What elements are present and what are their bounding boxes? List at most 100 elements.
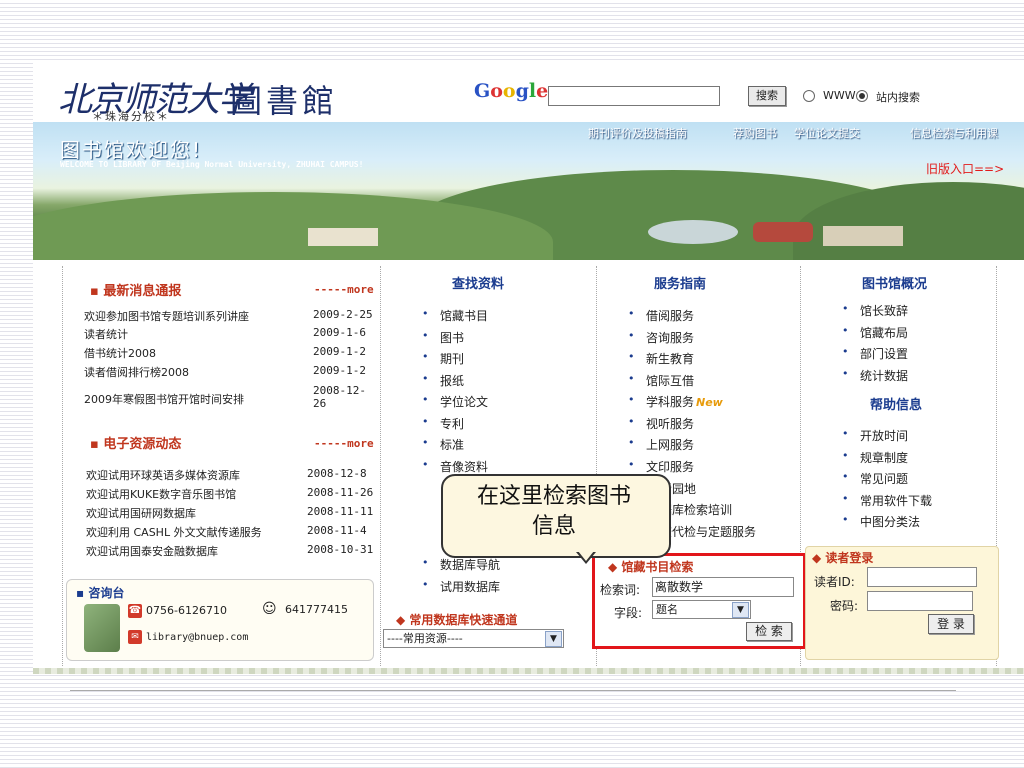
nav-thesis-submit[interactable]: 学位论文提交: [794, 125, 860, 141]
keyword-label: 检索词:: [600, 583, 641, 597]
radio-www[interactable]: [803, 90, 815, 102]
service-item-ill[interactable]: 馆际互借: [628, 372, 723, 394]
find-title: 查找资料: [452, 277, 505, 292]
banner-title: 图书馆欢迎您!: [60, 138, 203, 162]
consult-qq[interactable]: 641777415: [285, 603, 348, 616]
overview-list: 馆长致辞 馆藏布局 部门设置 统计数据: [842, 302, 908, 388]
news-item[interactable]: 读者借阅排行榜2008: [84, 364, 189, 380]
news-title: ▪ 最新消息通报: [90, 284, 182, 299]
nav-book-recommend[interactable]: 荐购图书: [733, 125, 777, 141]
news-item[interactable]: 欢迎参加图书馆专题培训系列讲座: [84, 308, 249, 324]
eresource-date: 2008-10-31: [307, 543, 374, 556]
chevron-down-icon[interactable]: ▼: [545, 631, 562, 647]
service-item-subject[interactable]: 学科服务New: [628, 393, 723, 415]
find-item-theses[interactable]: 学位论文: [422, 393, 488, 415]
help-title: 帮助信息: [870, 398, 923, 413]
password-label: 密码:: [830, 599, 859, 613]
banner-subtitle: WELCOME TO LIBRARY OF Beijing Normal Uni…: [60, 160, 364, 169]
service-item-orientation[interactable]: 新生教育: [628, 350, 723, 372]
search-button[interactable]: 搜索: [748, 86, 786, 106]
service-item-reference[interactable]: 咨询服务: [628, 329, 723, 351]
news-date: 2009-2-25: [313, 308, 373, 321]
help-item-software[interactable]: 常用软件下载: [842, 492, 932, 514]
login-button[interactable]: 登 录: [928, 614, 974, 634]
find-item-trial-db[interactable]: 试用数据库: [422, 578, 500, 600]
eresource-item[interactable]: 欢迎试用国泰安金融数据库: [86, 543, 218, 559]
find-list-2: 数据库导航 试用数据库: [422, 556, 500, 599]
quick-db-title: ◆ 常用数据库快速通道: [396, 613, 518, 627]
find-item-newspapers[interactable]: 报纸: [422, 372, 488, 394]
qq-icon: ☺: [262, 601, 277, 617]
email-icon: ✉: [128, 630, 142, 644]
eresource-item[interactable]: 欢迎试用环球英语多媒体资源库: [86, 467, 240, 483]
eresource-date: 2008-12-8: [307, 467, 367, 480]
overview-item-departments[interactable]: 部门设置: [842, 345, 908, 367]
find-item-books[interactable]: 图书: [422, 329, 488, 351]
help-item-rules[interactable]: 规章制度: [842, 449, 932, 471]
eresource-item[interactable]: 欢迎利用 CASHL 外文文献传递服务: [86, 524, 262, 540]
service-item-internet[interactable]: 上网服务: [628, 436, 723, 458]
find-item-catalog[interactable]: 馆藏书目: [422, 307, 488, 329]
service-item-lending[interactable]: 借阅服务: [628, 307, 723, 329]
overview-item-statistics[interactable]: 统计数据: [842, 367, 908, 389]
eresource-item[interactable]: 欢迎试用KUKE数字音乐图书馆: [86, 486, 236, 502]
news-date: 2009-1-6: [313, 326, 366, 339]
eresource-more-link[interactable]: -----more: [314, 437, 374, 450]
eresource-item[interactable]: 欢迎试用国研网数据库: [86, 505, 196, 521]
password-input[interactable]: [867, 591, 973, 611]
slide-divider: [70, 690, 956, 691]
radio-site-label: 站内搜索: [876, 91, 920, 104]
consult-title: ▪ 咨询台: [76, 586, 125, 600]
divider: [380, 266, 381, 666]
radio-www-label: WWW: [823, 89, 856, 102]
consult-email[interactable]: library@bnuep.com: [146, 632, 248, 643]
callout-text: 在这里检索图书 信息: [476, 484, 631, 539]
find-list: 馆藏书目 图书 期刊 报纸 学位论文 专利 标准 音像资料: [422, 307, 488, 479]
reader-id-input[interactable]: [867, 567, 977, 587]
login-title: ◆ 读者登录: [812, 551, 874, 565]
eresource-title: ▪ 电子资源动态: [90, 437, 182, 452]
keyword-input[interactable]: 离散数学: [652, 577, 794, 597]
new-badge: New: [696, 396, 723, 409]
catalog-search-title: ◆ 馆藏书目检索: [608, 560, 694, 574]
catalog-search-button[interactable]: 检 索: [746, 622, 792, 641]
find-item-standards[interactable]: 标准: [422, 436, 488, 458]
google-search-input[interactable]: [548, 86, 720, 106]
find-item-patents[interactable]: 专利: [422, 415, 488, 437]
service-item-av[interactable]: 视听服务: [628, 415, 723, 437]
service-title: 服务指南: [654, 277, 707, 292]
find-item-db-nav[interactable]: 数据库导航: [422, 556, 500, 578]
service-list: 借阅服务 咨询服务 新生教育 馆际互借 学科服务New 视听服务 上网服务 文印…: [628, 307, 723, 479]
help-item-faq[interactable]: 常见问题: [842, 470, 932, 492]
quick-db-select[interactable]: ----常用资源---- ▼: [383, 629, 564, 648]
field-select[interactable]: 题名 ▼: [652, 600, 751, 619]
news-date: 2009-1-2: [313, 345, 366, 358]
help-item-classification[interactable]: 中图分类法: [842, 513, 932, 535]
google-logo: Google: [474, 80, 549, 102]
news-more-link[interactable]: -----more: [314, 283, 374, 296]
news-date: 2009-1-2: [313, 364, 366, 377]
field-label: 字段:: [614, 606, 643, 620]
overview-title: 图书馆概况: [862, 277, 928, 292]
old-version-link[interactable]: 旧版入口==>: [926, 160, 1004, 177]
help-list: 开放时间 规章制度 常见问题 常用软件下载 中图分类法: [842, 427, 932, 535]
eresource-date: 2008-11-11: [307, 505, 374, 518]
radio-site-search[interactable]: [856, 90, 868, 102]
find-item-journals[interactable]: 期刊: [422, 350, 488, 372]
nav-info-retrieval[interactable]: 信息检索与利用课: [910, 125, 998, 141]
news-item[interactable]: 借书统计2008: [84, 345, 156, 361]
overview-item-layout[interactable]: 馆藏布局: [842, 324, 908, 346]
phone-icon: ☎: [128, 604, 142, 618]
consult-phone: 0756-6126710: [146, 604, 227, 617]
news-item[interactable]: 2009年寒假图书馆开馆时间安排: [84, 391, 244, 407]
eresource-date: 2008-11-26: [307, 486, 374, 499]
news-date: 2008-12-26: [313, 384, 366, 410]
overview-item-director[interactable]: 馆长致辞: [842, 302, 908, 324]
nav-journal-guide[interactable]: 期刊评价及投稿指南: [588, 125, 687, 141]
service-item-partial[interactable]: 查代检与定题服务: [660, 523, 756, 540]
news-item[interactable]: 读者统计: [84, 326, 128, 342]
divider: [62, 266, 63, 666]
help-item-hours[interactable]: 开放时间: [842, 427, 932, 449]
telephone-illustration: [84, 604, 120, 652]
chevron-down-icon[interactable]: ▼: [732, 602, 749, 618]
